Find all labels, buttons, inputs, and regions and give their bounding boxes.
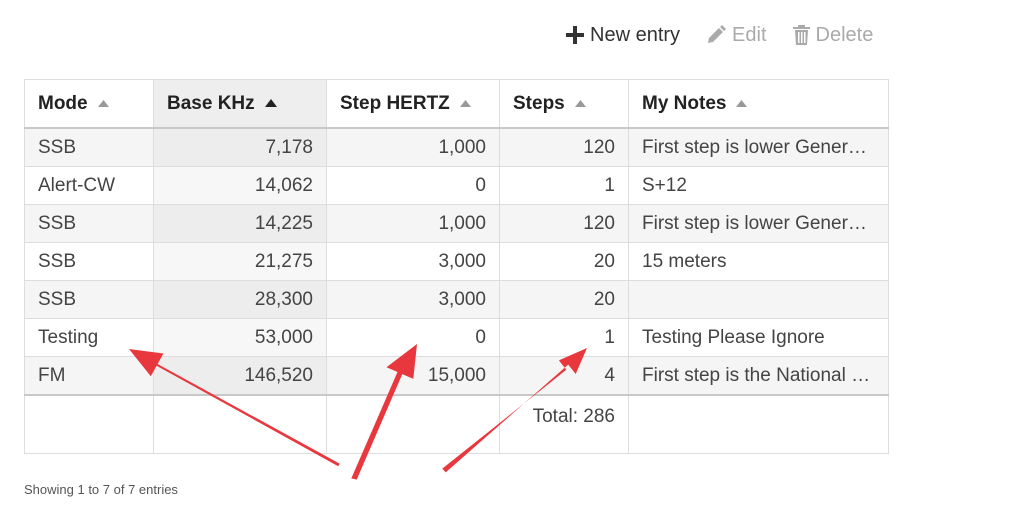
footer-row: Total: 286 [24, 394, 889, 454]
cell-steps: 20 [499, 280, 629, 319]
table-row[interactable]: SSB 28,300 3,000 20 [24, 280, 889, 319]
cell-steps: 1 [499, 318, 629, 357]
sort-arrow-icon [459, 99, 471, 107]
column-header-mode[interactable]: Mode [24, 79, 154, 129]
column-header-base-khz[interactable]: Base KHz [153, 79, 327, 129]
cell-mode: SSB [24, 242, 154, 281]
cell-base-khz: 53,000 [153, 318, 327, 357]
cell-notes: First step is the National Simplex Frequ… [628, 356, 889, 396]
cell-mode: FM [24, 356, 154, 396]
cell-step-hertz: 0 [326, 318, 500, 357]
sort-arrow-icon [736, 99, 748, 107]
cell-step-hertz: 15,000 [326, 356, 500, 396]
edit-label: Edit [732, 23, 767, 46]
cell-steps: 4 [499, 356, 629, 396]
column-header-steps[interactable]: Steps [499, 79, 629, 129]
cell-step-hertz: 0 [326, 166, 500, 205]
cell-notes: 15 meters [628, 242, 889, 281]
cell-step-hertz: 3,000 [326, 280, 500, 319]
page: New entry Edit Delete Mode Base KHz Step… [0, 0, 1024, 514]
cell-step-hertz: 1,000 [326, 127, 500, 167]
cell-mode: SSB [24, 127, 154, 167]
new-entry-button[interactable]: New entry [566, 24, 680, 47]
footer-cell [628, 394, 889, 454]
sort-ascending-icon [264, 99, 277, 108]
cell-step-hertz: 3,000 [326, 242, 500, 281]
column-header-label: Base KHz [167, 92, 255, 114]
column-header-label: Steps [513, 92, 565, 114]
table-row[interactable]: SSB 7,178 1,000 120 First step is lower … [24, 127, 889, 167]
table-row[interactable]: Testing 53,000 0 1 Testing Please Ignore [24, 318, 889, 357]
cell-notes: First step is lower General Band Edge [628, 127, 889, 167]
cell-mode: SSB [24, 204, 154, 243]
column-header-label: Mode [38, 92, 88, 114]
toolbar: New entry Edit Delete [566, 20, 873, 50]
cell-base-khz: 146,520 [153, 356, 327, 396]
table-row[interactable]: FM 146,520 15,000 4 First step is the Na… [24, 356, 889, 396]
plus-icon [566, 26, 584, 44]
cell-notes: Testing Please Ignore [628, 318, 889, 357]
footer-cell [153, 394, 327, 454]
trash-icon [792, 25, 810, 45]
header-row: Mode Base KHz Step HERTZ Steps My Notes [24, 79, 889, 129]
column-header-label: My Notes [642, 92, 727, 114]
footer-cell [24, 394, 154, 454]
cell-notes: S+12 [628, 166, 889, 205]
cell-notes [628, 280, 889, 319]
cell-mode: Testing [24, 318, 154, 357]
sort-arrow-icon [97, 99, 109, 107]
pencil-icon [706, 25, 727, 45]
cell-base-khz: 28,300 [153, 280, 327, 319]
delete-button[interactable]: Delete [792, 23, 874, 47]
cell-base-khz: 14,062 [153, 166, 327, 205]
delete-label: Delete [815, 23, 874, 46]
cell-base-khz: 21,275 [153, 242, 327, 281]
column-header-my-notes[interactable]: My Notes [628, 79, 889, 129]
footer-cell [326, 394, 500, 454]
cell-notes: First step is lower General Band Edge [628, 204, 889, 243]
cell-step-hertz: 1,000 [326, 204, 500, 243]
steps-total: Total: 286 [499, 394, 629, 454]
cell-steps: 20 [499, 242, 629, 281]
new-entry-label: New entry [590, 23, 681, 46]
column-header-label: Step HERTZ [340, 92, 450, 114]
data-table: Mode Base KHz Step HERTZ Steps My Notes … [24, 79, 889, 454]
table-row[interactable]: SSB 21,275 3,000 20 15 meters [24, 242, 889, 281]
table-row[interactable]: Alert-CW 14,062 0 1 S+12 [24, 166, 889, 205]
edit-button[interactable]: Edit [706, 23, 767, 47]
cell-base-khz: 14,225 [153, 204, 327, 243]
cell-base-khz: 7,178 [153, 127, 327, 167]
column-header-step-hertz[interactable]: Step HERTZ [326, 79, 500, 129]
cell-mode: Alert-CW [24, 166, 154, 205]
cell-mode: SSB [24, 280, 154, 319]
table-row[interactable]: SSB 14,225 1,000 120 First step is lower… [24, 204, 889, 243]
cell-steps: 1 [499, 166, 629, 205]
table-info: Showing 1 to 7 of 7 entries [24, 482, 178, 497]
sort-arrow-icon [574, 99, 586, 107]
cell-steps: 120 [499, 204, 629, 243]
cell-steps: 120 [499, 127, 629, 167]
